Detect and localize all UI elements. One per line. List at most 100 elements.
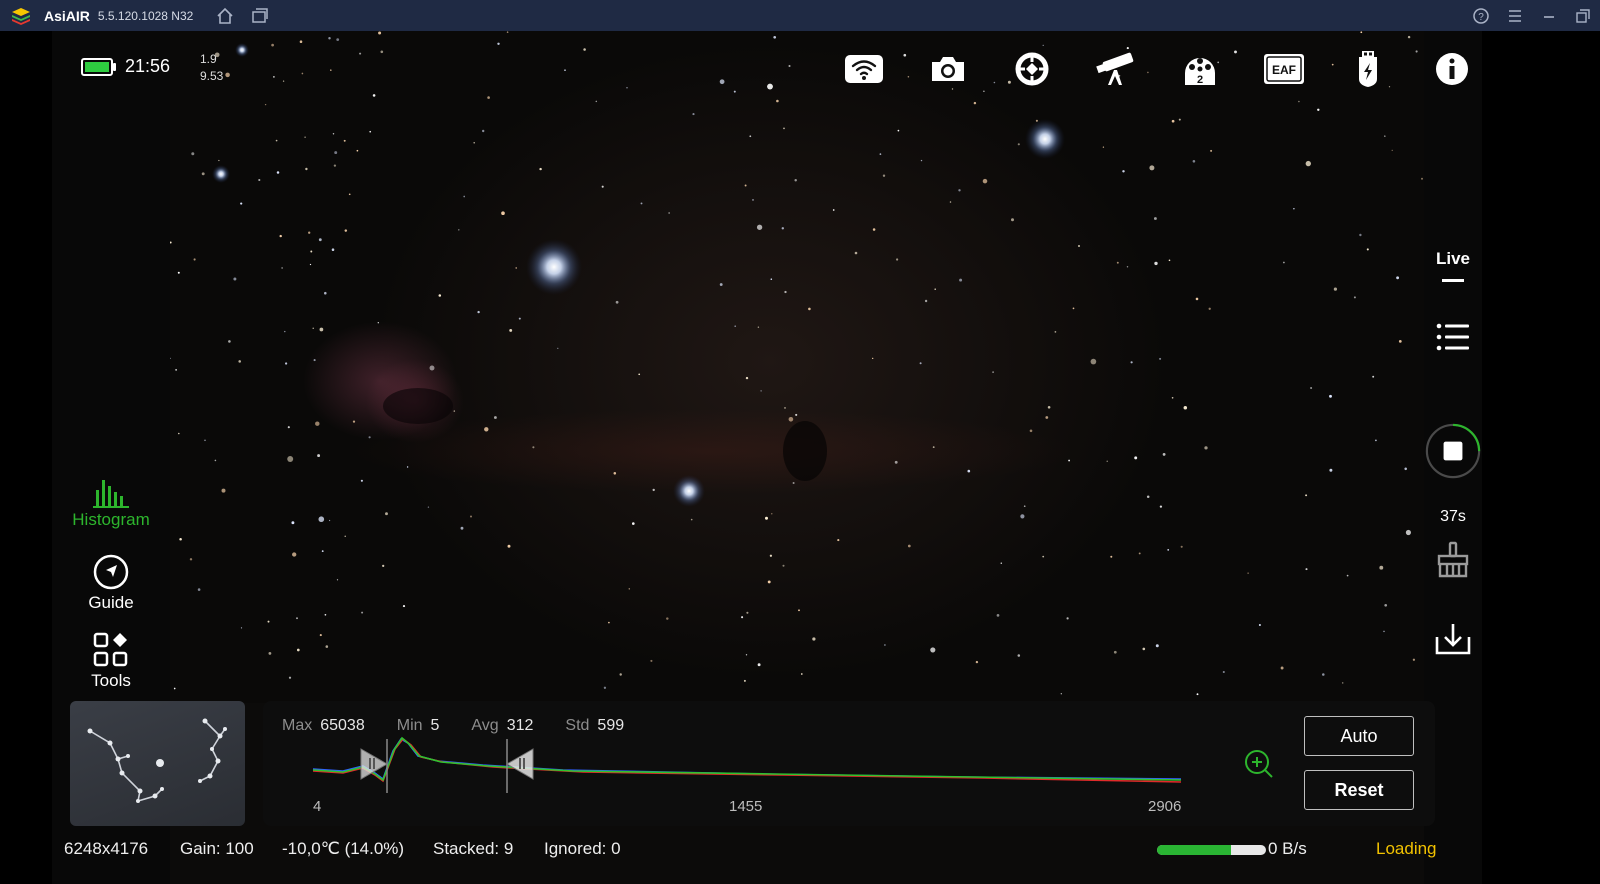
help-icon[interactable]: ? xyxy=(1464,0,1498,31)
camera-icon[interactable] xyxy=(906,49,990,89)
star xyxy=(626,87,628,89)
stop-capture-button[interactable] xyxy=(1424,411,1482,491)
star xyxy=(233,277,237,281)
tab-live-underline xyxy=(1442,279,1464,282)
star xyxy=(788,416,794,422)
star xyxy=(1329,394,1332,398)
download-icon[interactable] xyxy=(1424,621,1482,657)
nav-guide[interactable]: Guide xyxy=(52,553,170,613)
star xyxy=(1196,693,1199,696)
star xyxy=(757,326,760,328)
star xyxy=(733,90,736,93)
star xyxy=(884,644,886,646)
brush-icon[interactable] xyxy=(1424,541,1482,579)
download-progress-bar xyxy=(1157,845,1266,855)
star xyxy=(356,149,359,152)
star xyxy=(690,518,693,521)
device-toolbar: 2 EAF xyxy=(822,49,1482,89)
app-logo-icon xyxy=(12,7,30,25)
multi-window-icon[interactable] xyxy=(250,6,270,26)
star xyxy=(304,136,306,138)
reset-button[interactable]: Reset xyxy=(1304,770,1414,810)
star xyxy=(1391,149,1393,152)
histogram-panel: Max 65038 Min 5 Avg 312 Std 599 4 1455 2… xyxy=(263,701,1435,826)
star xyxy=(757,663,761,667)
star xyxy=(619,673,622,676)
star xyxy=(872,228,876,231)
star xyxy=(879,153,882,155)
star xyxy=(1159,505,1163,508)
star xyxy=(368,436,371,439)
star xyxy=(1384,603,1388,607)
star xyxy=(427,506,430,508)
star xyxy=(189,558,193,561)
star xyxy=(301,72,304,75)
star xyxy=(453,410,456,412)
star xyxy=(473,142,475,144)
star xyxy=(628,588,631,590)
star xyxy=(501,211,505,216)
nav-histogram-label: Histogram xyxy=(72,510,150,529)
sky-preview-image[interactable] xyxy=(170,31,1424,703)
star xyxy=(1396,276,1400,280)
tab-live[interactable]: Live xyxy=(1424,249,1482,282)
star xyxy=(794,179,797,182)
star xyxy=(312,327,314,329)
star xyxy=(310,250,313,253)
star xyxy=(380,50,384,54)
star xyxy=(983,90,985,93)
nav-histogram[interactable]: Histogram xyxy=(52,476,170,530)
star xyxy=(1122,170,1125,173)
usb-power-icon[interactable] xyxy=(1326,49,1410,89)
star xyxy=(267,620,270,623)
star xyxy=(382,564,385,568)
star xyxy=(1154,261,1158,266)
restore-icon[interactable] xyxy=(1566,0,1600,31)
menu-icon[interactable] xyxy=(1498,0,1532,31)
star xyxy=(1341,682,1344,684)
crosshair-icon[interactable] xyxy=(990,49,1074,89)
star xyxy=(601,185,604,188)
star xyxy=(1375,439,1377,442)
star xyxy=(336,38,340,41)
bright-star xyxy=(673,475,705,507)
nav-tools[interactable]: Tools xyxy=(52,631,170,691)
eaf-icon[interactable]: EAF xyxy=(1242,49,1326,89)
star xyxy=(854,251,858,255)
wifi-icon[interactable] xyxy=(822,49,906,89)
star xyxy=(343,139,346,142)
white-point-slider[interactable] xyxy=(505,748,534,780)
star xyxy=(309,263,312,266)
star xyxy=(1247,572,1249,574)
star xyxy=(1192,160,1196,163)
star xyxy=(1204,446,1208,450)
bright-star xyxy=(1025,119,1065,159)
star xyxy=(258,178,261,182)
star xyxy=(752,199,754,201)
filter-wheel-icon[interactable]: 2 xyxy=(1158,49,1242,89)
telescope-icon[interactable] xyxy=(1074,49,1158,89)
star xyxy=(238,360,241,363)
sensor-temperature: -10,0℃ (14.0%) xyxy=(282,839,405,858)
info-icon[interactable] xyxy=(1410,49,1482,89)
star xyxy=(745,654,748,656)
exposure-time: 37s xyxy=(1440,508,1466,525)
star xyxy=(1379,565,1384,570)
auto-button[interactable]: Auto xyxy=(1304,716,1414,756)
star xyxy=(1045,416,1049,419)
star xyxy=(1346,574,1349,577)
home-icon[interactable] xyxy=(215,6,235,26)
star xyxy=(650,659,653,662)
star xyxy=(924,299,928,303)
star xyxy=(1090,358,1097,365)
star xyxy=(276,171,280,174)
star xyxy=(429,365,435,371)
constellation-minimap[interactable] xyxy=(70,701,245,826)
list-icon[interactable] xyxy=(1424,321,1482,353)
star xyxy=(1322,673,1325,676)
star xyxy=(532,446,535,449)
star xyxy=(324,613,327,616)
minimize-icon[interactable] xyxy=(1532,0,1566,31)
star xyxy=(1210,149,1213,152)
zoom-in-icon[interactable] xyxy=(1243,748,1275,785)
